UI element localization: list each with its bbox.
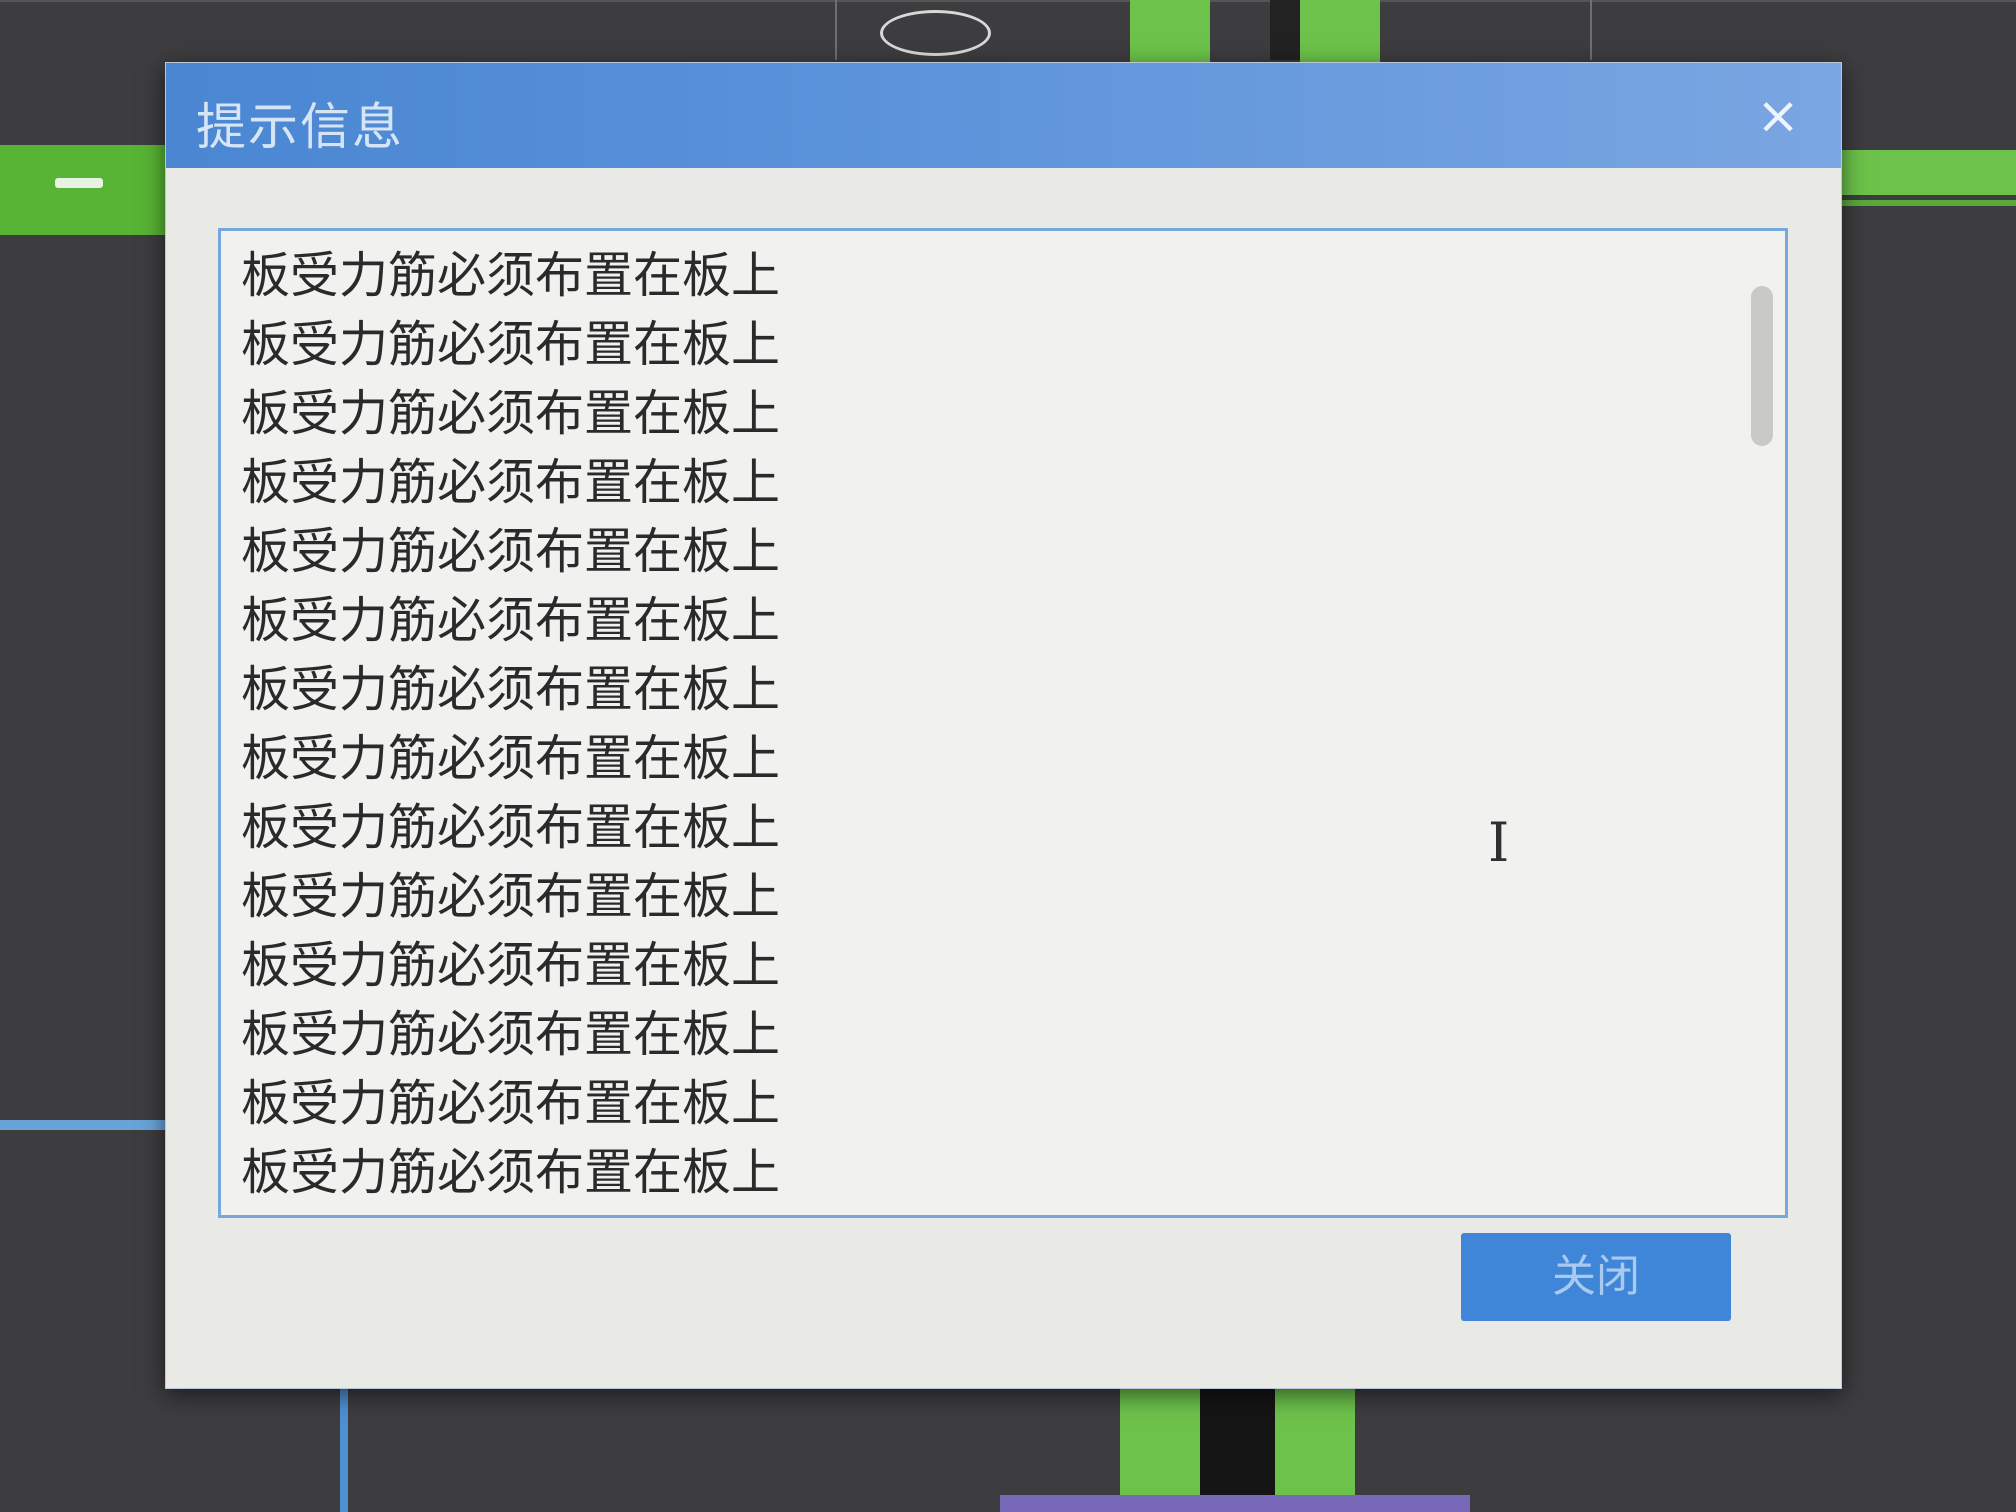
message-line: 板受力筋必须布置在板上 [241, 316, 781, 373]
text-cursor-icon: I [1488, 811, 1510, 874]
bottom-dark-member [1200, 1380, 1275, 1512]
canvas-grid-line [1590, 0, 1592, 60]
canvas-grid-line [835, 0, 837, 60]
message-line: 板受力筋必须布置在板上 [241, 1207, 780, 1215]
message-dialog: 提示信息 × 板受力筋必须布置在板上 板受力筋必须布置在板上 板受力筋必须布置在板上… [165, 62, 1842, 1389]
canvas-edge-line [0, 0, 2016, 2]
message-line: 板受力筋必须布置在板上 [241, 592, 781, 649]
message-line: 板受力筋必须布置在板上 [241, 1144, 781, 1201]
right-green-panel [1842, 150, 2016, 195]
message-line: 板受力筋必须布置在板上 [241, 523, 781, 580]
bottom-green-member-b [1275, 1380, 1355, 1512]
oval-shape [880, 10, 991, 56]
bottom-green-member-a [1120, 1380, 1200, 1512]
message-line: 板受力筋必须布置在板上 [241, 730, 781, 787]
close-button[interactable]: 关闭 [1461, 1233, 1731, 1321]
top-green-member-a [1130, 0, 1210, 65]
right-green-line [1842, 200, 2016, 206]
bottom-purple-member [1000, 1495, 1470, 1512]
dialog-titlebar[interactable]: 提示信息 × [166, 63, 1841, 168]
message-line: 板受力筋必须布置在板上 [241, 454, 781, 511]
message-line: 板受力筋必须布置在板上 [241, 385, 781, 442]
message-line: 板受力筋必须布置在板上 [241, 247, 781, 304]
top-dark-member [1270, 0, 1300, 60]
vertical-scrollbar-thumb[interactable] [1751, 286, 1773, 446]
message-list: 板受力筋必须布置在板上 板受力筋必须布置在板上 板受力筋必须布置在板上 板受力筋必须布… [241, 241, 781, 1215]
dialog-title: 提示信息 [196, 98, 404, 156]
message-line: 板受力筋必须布置在板上 [241, 1075, 781, 1132]
bottom-blue-line [340, 1380, 348, 1512]
message-textarea[interactable]: 板受力筋必须布置在板上 板受力筋必须布置在板上 板受力筋必须布置在板上 板受力筋必须布… [218, 228, 1788, 1218]
minus-icon [55, 178, 103, 188]
message-line: 板受力筋必须布置在板上 [241, 868, 781, 925]
message-line: 板受力筋必须布置在板上 [241, 799, 781, 856]
close-icon[interactable]: × [1753, 90, 1803, 142]
message-line: 板受力筋必须布置在板上 [241, 661, 781, 718]
top-green-member-b [1300, 0, 1380, 65]
message-line: 板受力筋必须布置在板上 [241, 1006, 781, 1063]
message-line: 板受力筋必须布置在板上 [241, 937, 781, 994]
